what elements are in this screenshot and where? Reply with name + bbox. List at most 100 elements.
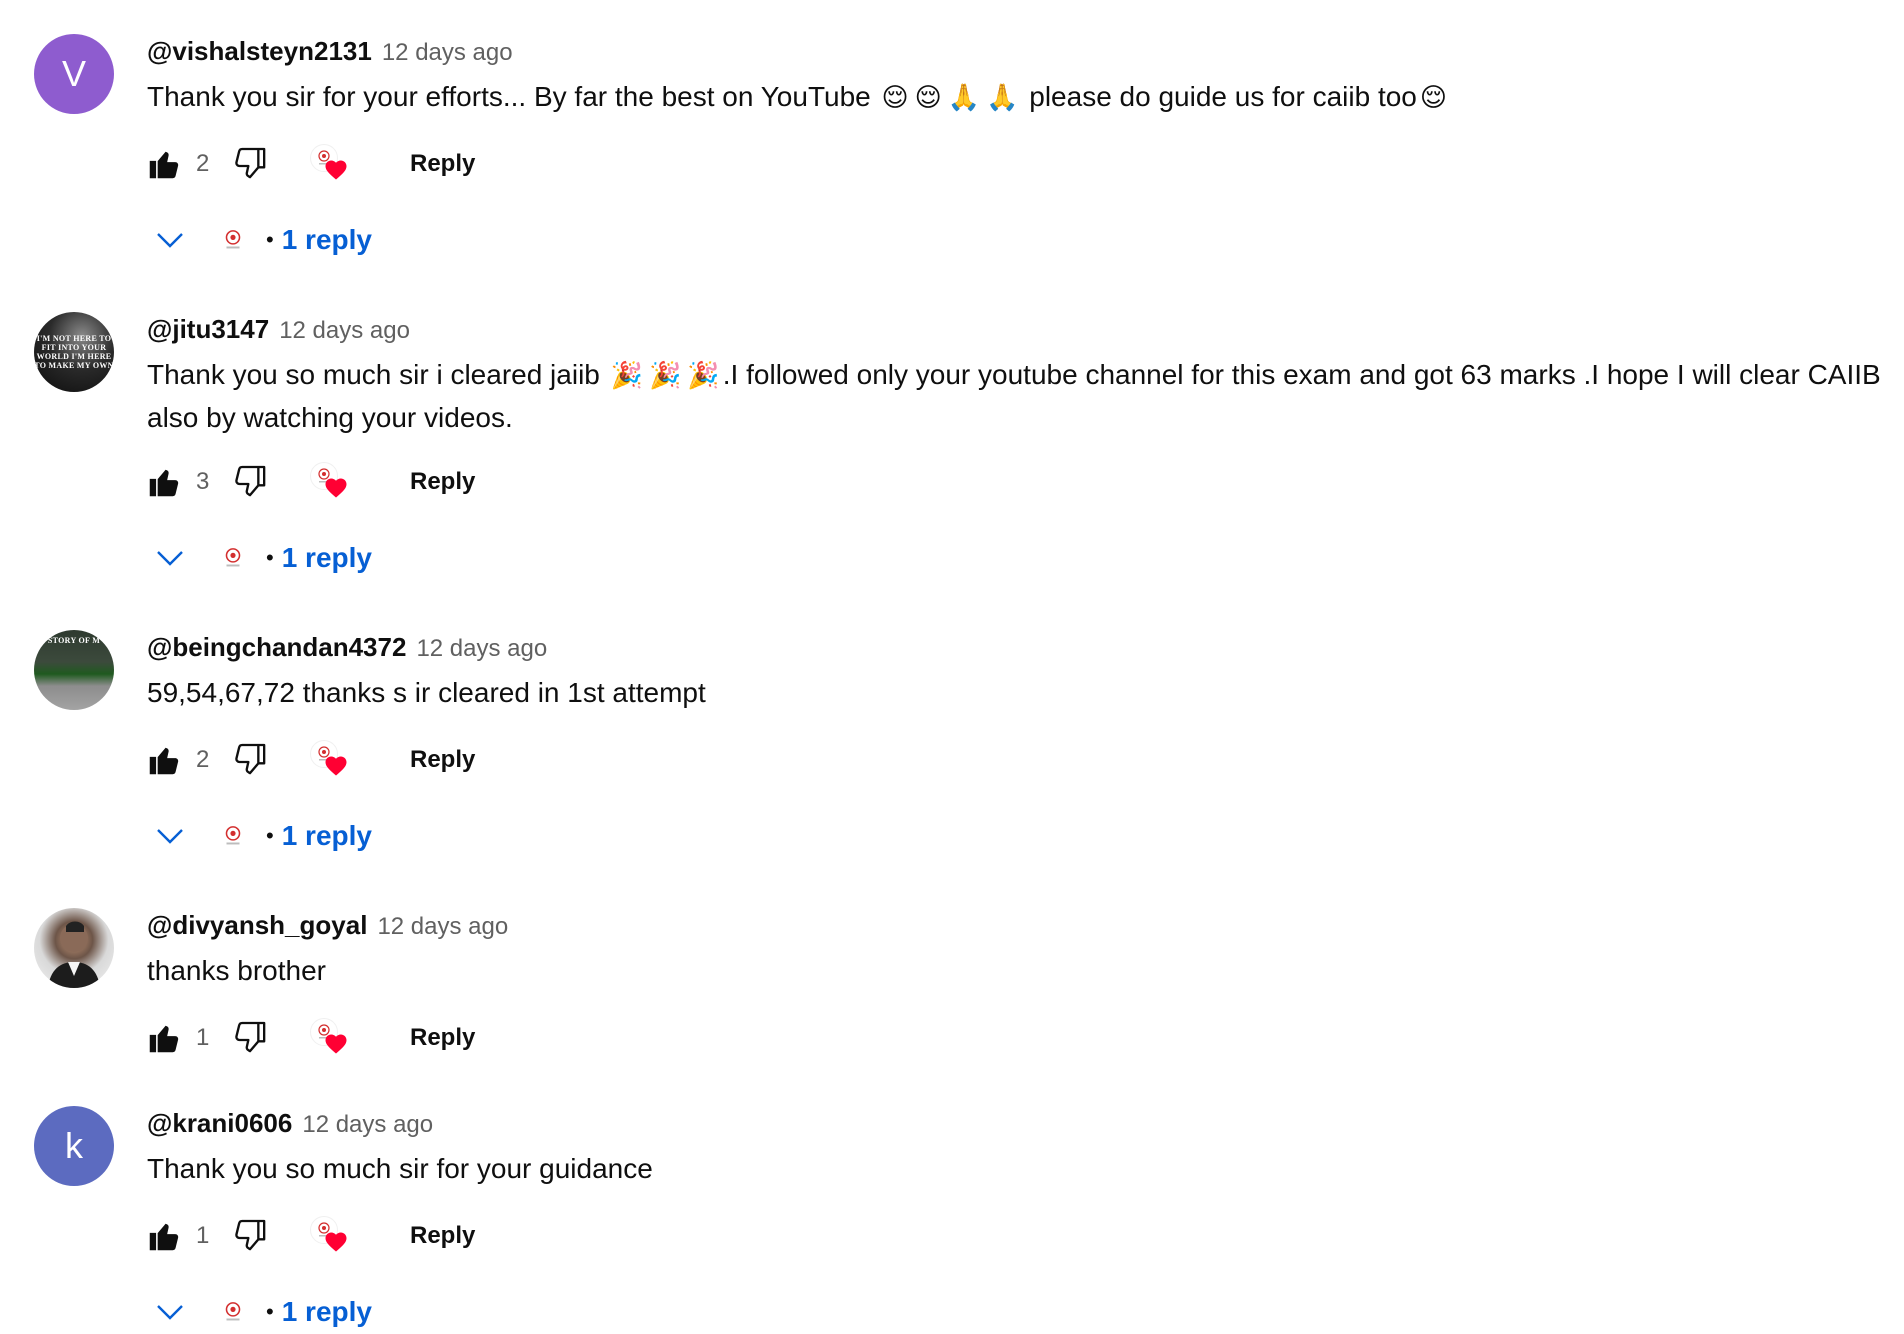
- separator-dot: •: [266, 1299, 274, 1324]
- comment-text-part: 59,54,67,72 thanks s ir cleared in 1st a…: [147, 677, 706, 708]
- view-replies[interactable]: • 1 reply: [150, 536, 372, 580]
- comment-text: 59,54,67,72 thanks s ir cleared in 1st a…: [147, 672, 1887, 713]
- avatar-letter: V: [61, 53, 86, 94]
- like-count: 1: [196, 1222, 210, 1249]
- avatar[interactable]: [34, 908, 114, 988]
- party-popper-emoji: 🎉: [649, 361, 682, 391]
- separator-dot: •: [266, 545, 274, 570]
- dislike-button[interactable]: [228, 1214, 272, 1258]
- comment-thread: V @vishalsteyn2131 12 days ago Thank you…: [0, 0, 1904, 255]
- avatar-image-text: I'M NOT HERE TO FIT INTO YOUR WORLD I'M …: [34, 334, 114, 370]
- thumbs-up-filled-icon: [149, 151, 179, 179]
- comment-text: Thank you so much sir i cleared jaiib 🎉 🎉…: [147, 354, 1887, 438]
- comment-timestamp[interactable]: 12 days ago: [382, 39, 513, 67]
- replies-count-link[interactable]: 1 reply: [282, 1296, 372, 1328]
- dislike-button[interactable]: [228, 1016, 272, 1060]
- comments-section: V @vishalsteyn2131 12 days ago Thank you…: [0, 0, 1904, 1330]
- comment-thread: I'M NOT HERE TO FIT INTO YOUR WORLD I'M …: [0, 278, 1904, 578]
- creator-avatar-icon: [218, 821, 248, 851]
- replies-count-link[interactable]: 1 reply: [282, 542, 372, 574]
- relieved-face-emoji: 😌: [881, 83, 909, 113]
- comment-thread: STORY OF M @beingchandan4372 12 days ago…: [0, 596, 1904, 856]
- creator-heart-badge: [306, 1214, 350, 1258]
- comment-timestamp[interactable]: 12 days ago: [279, 317, 410, 345]
- comment-header: @vishalsteyn2131 12 days ago: [147, 36, 513, 67]
- avatar[interactable]: I'M NOT HERE TO FIT INTO YOUR WORLD I'M …: [34, 312, 114, 392]
- like-button[interactable]: [144, 740, 184, 780]
- comment-timestamp[interactable]: 12 days ago: [302, 1111, 433, 1139]
- like-button[interactable]: [144, 1216, 184, 1256]
- chevron-down-icon[interactable]: [150, 1292, 190, 1332]
- creator-heart-badge: [306, 142, 350, 186]
- comment-author[interactable]: @divyansh_goyal: [147, 910, 367, 941]
- avatar[interactable]: STORY OF M: [34, 630, 114, 710]
- replies-count-link[interactable]: 1 reply: [282, 820, 372, 852]
- thumbs-down-outline-icon: [235, 147, 266, 179]
- comment-thread: k @krani0606 12 days ago Thank you so mu…: [0, 1072, 1904, 1330]
- comment-actions: 3 Reply: [144, 460, 475, 504]
- like-button[interactable]: [144, 1018, 184, 1058]
- comment-text-part: thanks brother: [147, 955, 326, 986]
- chevron-down-icon[interactable]: [150, 220, 190, 260]
- separator-dot: •: [266, 227, 274, 252]
- person-photo-icon: [48, 921, 100, 988]
- folded-hands-emoji: 🙏: [986, 83, 1019, 113]
- avatar[interactable]: k: [34, 1106, 114, 1186]
- comment-text-part: please do guide us for caiib too: [1021, 81, 1417, 112]
- comment-text: thanks brother: [147, 950, 1887, 991]
- view-replies[interactable]: • 1 reply: [150, 1290, 372, 1334]
- dislike-button[interactable]: [228, 738, 272, 782]
- reply-button[interactable]: Reply: [410, 1024, 475, 1052]
- like-button[interactable]: [144, 144, 184, 184]
- comment-actions: 2 Reply: [144, 142, 475, 186]
- dislike-button[interactable]: [228, 460, 272, 504]
- creator-avatar-icon: [218, 1297, 248, 1327]
- comment-text-part: Thank you so much sir i cleared jaiib: [147, 359, 608, 390]
- like-count: 1: [196, 1024, 210, 1051]
- comment-timestamp[interactable]: 12 days ago: [377, 913, 508, 941]
- comment-author[interactable]: @krani0606: [147, 1108, 292, 1139]
- like-count: 2: [196, 150, 210, 177]
- avatar-letter: k: [65, 1125, 83, 1166]
- creator-heart-icon: [325, 756, 347, 776]
- chevron-down-icon[interactable]: [150, 538, 190, 578]
- avatar[interactable]: V: [34, 34, 114, 114]
- comment-text: Thank you so much sir for your guidance: [147, 1148, 1887, 1189]
- thumbs-down-outline-icon: [235, 465, 266, 497]
- thumbs-up-filled-icon: [149, 1223, 179, 1251]
- comment-author[interactable]: @jitu3147: [147, 314, 269, 345]
- avatar-image-text: STORY OF M: [47, 636, 101, 645]
- comment-author[interactable]: @vishalsteyn2131: [147, 36, 372, 67]
- like-count: 3: [196, 468, 210, 495]
- thumbs-up-filled-icon: [149, 747, 179, 775]
- comment-text-part: Thank you so much sir for your guidance: [147, 1153, 653, 1184]
- dislike-button[interactable]: [228, 142, 272, 186]
- comment-actions: 1 Reply: [144, 1214, 475, 1258]
- replies-count-link[interactable]: 1 reply: [282, 224, 372, 256]
- comment-actions: 2 Reply: [144, 738, 475, 782]
- comment-header: @jitu3147 12 days ago: [147, 314, 410, 345]
- like-button[interactable]: [144, 462, 184, 502]
- comment-actions: 1 Reply: [144, 1016, 475, 1060]
- chevron-down-icon[interactable]: [150, 816, 190, 856]
- view-replies[interactable]: • 1 reply: [150, 218, 372, 262]
- comment-thread: @divyansh_goyal 12 days ago thanks broth…: [0, 874, 1904, 1064]
- thumbs-down-outline-icon: [235, 1021, 266, 1053]
- comment-timestamp[interactable]: 12 days ago: [416, 635, 547, 663]
- comment-header: @divyansh_goyal 12 days ago: [147, 910, 508, 941]
- reply-button[interactable]: Reply: [410, 1222, 475, 1250]
- reply-button[interactable]: Reply: [410, 468, 475, 496]
- creator-heart-badge: [306, 738, 350, 782]
- party-popper-emoji: 🎉: [687, 361, 720, 391]
- comment-author[interactable]: @beingchandan4372: [147, 632, 406, 663]
- creator-heart-badge: [306, 1016, 350, 1060]
- view-replies[interactable]: • 1 reply: [150, 814, 372, 858]
- like-count: 2: [196, 746, 210, 773]
- creator-avatar-icon: [218, 225, 248, 255]
- reply-button[interactable]: Reply: [410, 150, 475, 178]
- thumbs-up-filled-icon: [149, 1025, 179, 1053]
- creator-heart-icon: [325, 1232, 347, 1252]
- folded-hands-emoji: 🙏: [947, 83, 981, 113]
- reply-button[interactable]: Reply: [410, 746, 475, 774]
- creator-heart-icon: [325, 1034, 347, 1054]
